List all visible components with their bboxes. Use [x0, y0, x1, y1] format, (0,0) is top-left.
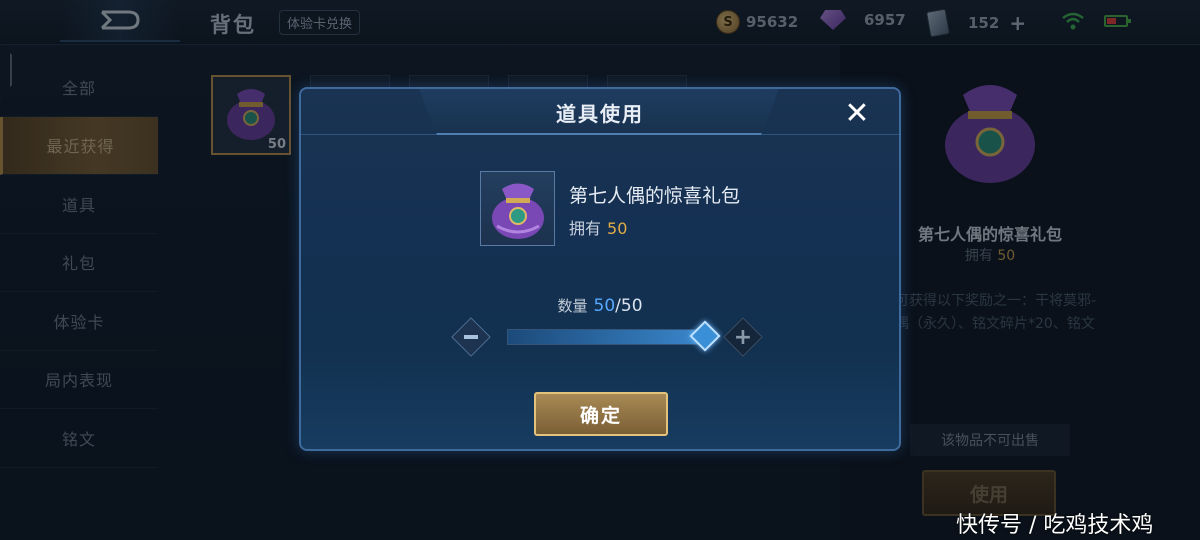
quantity-slider[interactable]	[507, 329, 707, 345]
dialog-owned-value: 50	[607, 219, 628, 238]
quantity-readout: 数量 50/50	[301, 295, 899, 316]
dialog-owned-label: 拥有	[569, 219, 602, 238]
confirm-button[interactable]: 确定	[534, 392, 668, 436]
plus-icon: +	[733, 324, 753, 350]
increase-quantity-button[interactable]: +	[723, 317, 763, 357]
dialog-header: 道具使用 ✕	[301, 89, 899, 135]
quantity-current: 50	[593, 296, 616, 316]
quantity-max: 50	[620, 296, 643, 316]
watermark-text: 快传号 / 吃鸡技术鸡	[956, 513, 1154, 538]
quantity-label: 数量	[557, 297, 588, 315]
game-backpack-screen: 背包 体验卡兑换 S 95632 6957 152 + 全部 最近获得 道具 礼…	[0, 0, 1200, 540]
close-button[interactable]: ✕	[837, 95, 877, 131]
close-icon: ✕	[844, 95, 870, 131]
dialog-title: 道具使用	[556, 102, 644, 126]
quantity-slider-fill	[508, 330, 706, 344]
dialog-item-name: 第七人偶的惊喜礼包	[569, 185, 741, 207]
dialog-item-owned: 拥有 50	[569, 215, 627, 239]
gift-bag-icon	[491, 183, 544, 239]
quantity-slider-thumb[interactable]	[689, 320, 721, 352]
dialog-item-icon-frame	[480, 171, 555, 246]
minus-icon	[464, 335, 478, 339]
item-use-dialog: 道具使用 ✕ 第七人偶的惊喜礼包 拥有 50 数量 50/50 + 确定	[299, 87, 901, 451]
decrease-quantity-button[interactable]	[451, 317, 491, 357]
